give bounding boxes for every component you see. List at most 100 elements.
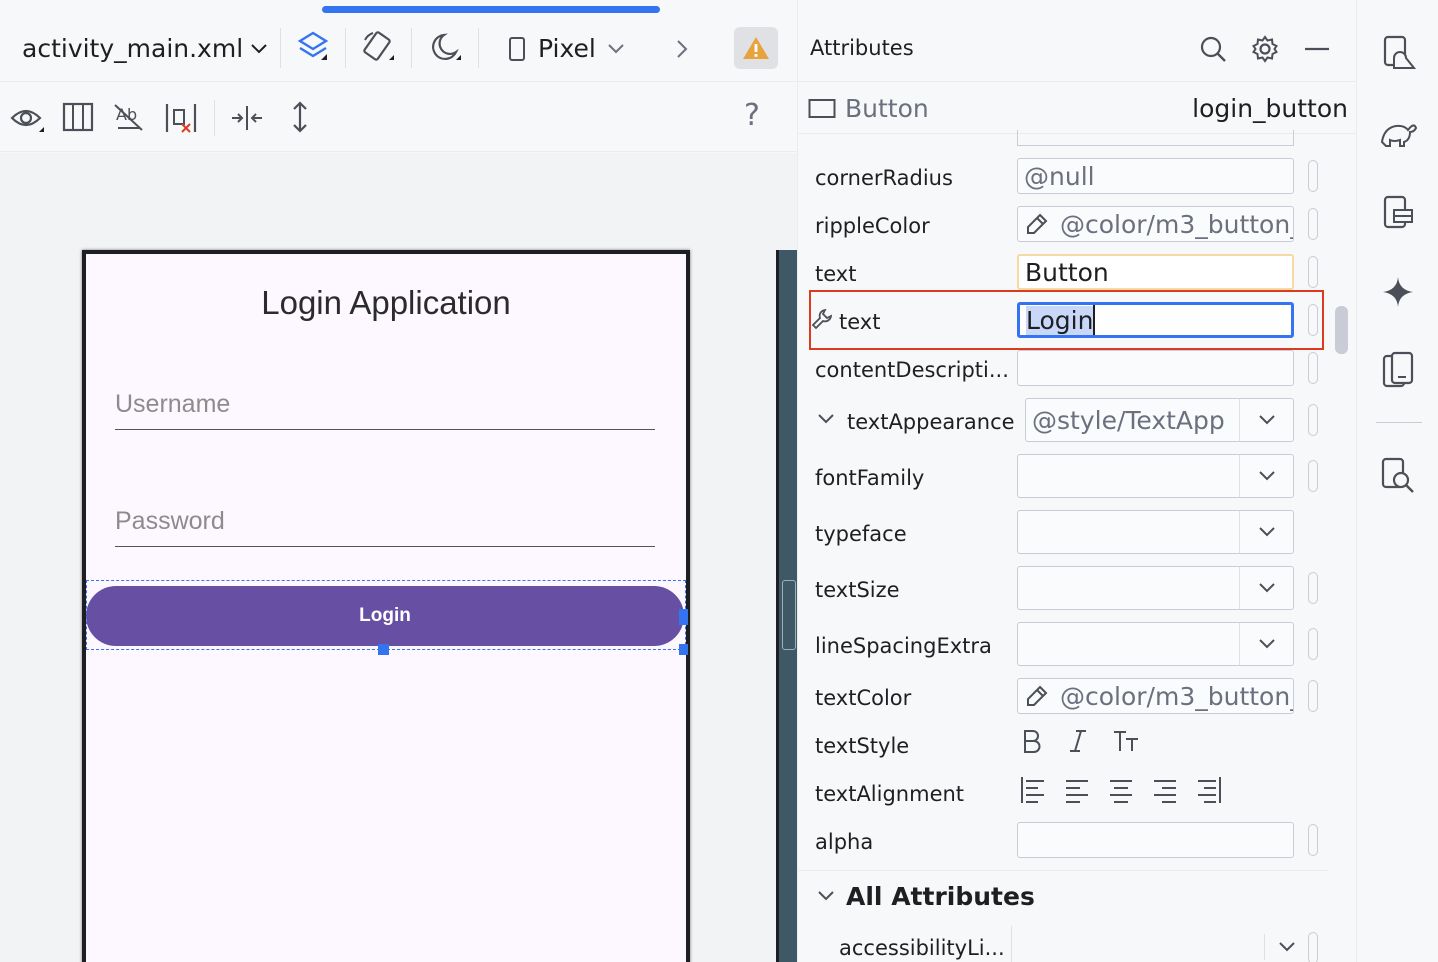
typeface-dropdown[interactable]: [1017, 510, 1294, 554]
chevron-right-icon[interactable]: [676, 40, 688, 58]
component-id[interactable]: login_button: [1192, 94, 1348, 123]
attr-row-linespacingextra: lineSpacingExtra: [798, 620, 1338, 668]
eye-icon[interactable]: [10, 104, 46, 134]
resource-picker[interactable]: [1308, 208, 1318, 240]
resize-handle[interactable]: [679, 609, 688, 625]
text-field[interactable]: Button: [1017, 254, 1294, 290]
resource-picker[interactable]: [1308, 256, 1318, 288]
attr-label: textStyle: [815, 734, 910, 758]
align-end-icon[interactable]: [1196, 775, 1222, 805]
italic-icon[interactable]: [1066, 728, 1090, 754]
chevron-down-icon[interactable]: [1239, 455, 1293, 497]
attr-value: @null: [1024, 161, 1095, 191]
username-field[interactable]: Username: [115, 390, 655, 430]
textcolor-field[interactable]: @color/m3_button_: [1017, 678, 1294, 714]
layout-inspector-icon[interactable]: [1378, 192, 1418, 232]
search-icon[interactable]: [1198, 34, 1228, 64]
wrench-icon: [811, 308, 833, 330]
textsize-dropdown[interactable]: [1017, 566, 1294, 610]
orientation-icon[interactable]: [361, 30, 395, 64]
all-caps-icon[interactable]: [1112, 728, 1140, 754]
device-manager-icon[interactable]: [1378, 32, 1418, 72]
designer-toolbar: activity_main.xml Pixel: [0, 14, 797, 82]
chevron-down-icon[interactable]: [1239, 399, 1293, 441]
resource-picker[interactable]: [1308, 680, 1318, 712]
columns-icon[interactable]: [62, 102, 94, 132]
device-name: Pixel: [538, 34, 596, 63]
night-mode-icon[interactable]: [428, 32, 462, 64]
chevron-down-icon[interactable]: [818, 414, 834, 424]
resource-picker[interactable]: [1308, 932, 1318, 962]
textalignment-toggles: [1020, 775, 1222, 805]
text-tools-field[interactable]: Login: [1017, 302, 1294, 338]
attr-row-cornerradius: cornerRadius @null: [798, 152, 1338, 200]
autoconnect-off-icon[interactable]: Ab: [112, 102, 148, 134]
attr-row-accessibility: accessibilityLi...: [798, 922, 1338, 962]
eyedropper-icon[interactable]: [1024, 211, 1050, 237]
file-selector[interactable]: activity_main.xml: [22, 34, 267, 63]
chevron-down-icon[interactable]: [1264, 934, 1308, 960]
align-start-icon[interactable]: [1020, 775, 1046, 805]
device-selector[interactable]: Pixel: [508, 34, 624, 63]
resource-picker[interactable]: [1308, 460, 1318, 492]
resize-handle[interactable]: [378, 644, 389, 655]
ripplecolor-field[interactable]: @color/m3_button_: [1017, 206, 1294, 242]
chevron-down-icon[interactable]: [1239, 511, 1293, 553]
attr-label: alpha: [815, 830, 874, 854]
gradle-icon[interactable]: [1378, 112, 1418, 152]
attr-label: contentDescripti...: [815, 358, 1009, 382]
chevron-down-icon: [251, 43, 267, 54]
password-field[interactable]: Password: [115, 507, 655, 547]
resource-picker[interactable]: [1308, 160, 1318, 192]
attr-value: Button: [1025, 257, 1109, 287]
cornerradius-field[interactable]: @null: [1017, 158, 1294, 194]
design-surface-icon[interactable]: [297, 30, 329, 64]
chevron-down-icon[interactable]: [1239, 567, 1293, 609]
guidelines-icon[interactable]: [230, 102, 264, 134]
align-right-icon[interactable]: [1152, 775, 1178, 805]
alpha-field[interactable]: [1017, 822, 1294, 858]
attr-label: text: [815, 262, 857, 286]
minimize-icon[interactable]: [1302, 34, 1332, 64]
attr-value: Login: [1026, 305, 1094, 335]
running-devices-icon[interactable]: [1378, 350, 1418, 390]
all-attributes-section[interactable]: All Attributes: [846, 882, 1035, 911]
gemini-icon[interactable]: [1378, 272, 1418, 312]
align-left-icon[interactable]: [1064, 775, 1090, 805]
bold-icon[interactable]: [1020, 728, 1044, 754]
warning-button[interactable]: [734, 27, 778, 69]
attr-row-alpha: alpha: [798, 816, 1338, 864]
chevron-down-icon: [608, 43, 624, 54]
app-inspection-icon[interactable]: [1378, 455, 1418, 495]
password-hint: Password: [115, 507, 225, 535]
attributes-header: Attributes: [798, 14, 1356, 82]
contentdescription-field[interactable]: [1017, 350, 1294, 386]
attr-row-text-design: text Login: [798, 296, 1338, 344]
resource-picker[interactable]: [1308, 572, 1318, 604]
attr-label: textColor: [815, 686, 912, 710]
attr-label: accessibilityLi...: [839, 936, 1005, 960]
vertical-resize-icon[interactable]: [288, 100, 312, 134]
align-center-icon[interactable]: [1108, 775, 1134, 805]
attr-row-typeface: typeface: [798, 508, 1338, 556]
clear-constraints-icon[interactable]: [164, 102, 200, 134]
gear-icon[interactable]: [1250, 34, 1280, 64]
attr-value: @color/m3_button_: [1060, 209, 1294, 239]
strokewidth-field[interactable]: [1017, 130, 1294, 146]
help-button[interactable]: ?: [744, 98, 760, 133]
resource-picker[interactable]: [1308, 404, 1318, 436]
chevron-down-icon[interactable]: [1239, 623, 1293, 665]
blueprint-preview: [776, 250, 797, 962]
resource-picker[interactable]: [1308, 628, 1318, 660]
resize-handle[interactable]: [679, 644, 688, 655]
eyedropper-icon[interactable]: [1024, 683, 1050, 709]
attributes-panel: Attributes Button login_button cornerRad…: [797, 0, 1357, 962]
fontfamily-dropdown[interactable]: [1017, 454, 1294, 498]
linespacingextra-dropdown[interactable]: [1017, 622, 1294, 666]
phone-icon: [508, 36, 526, 62]
resource-picker[interactable]: [1308, 304, 1318, 336]
resource-picker[interactable]: [1308, 824, 1318, 856]
resource-picker[interactable]: [1308, 352, 1318, 384]
textappearance-dropdown[interactable]: @style/TextApp: [1025, 398, 1294, 442]
chevron-down-icon[interactable]: [818, 891, 834, 901]
